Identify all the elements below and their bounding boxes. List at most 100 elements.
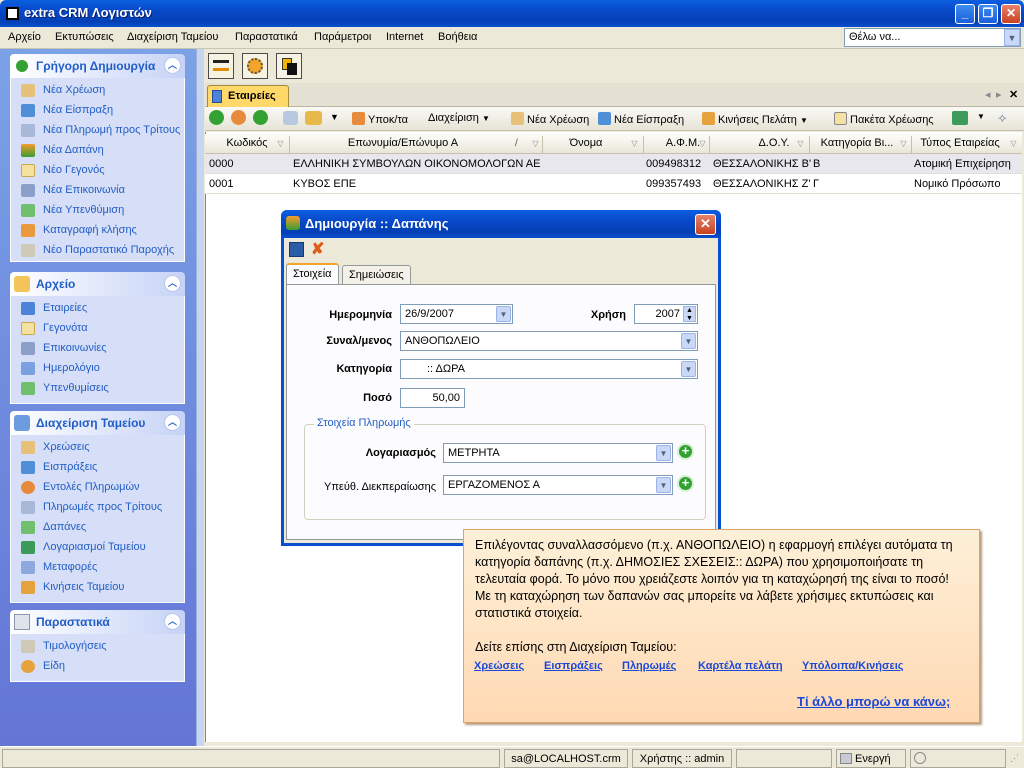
link-payments[interactable]: Πληρωμές bbox=[622, 660, 676, 672]
link-charges[interactable]: Χρεώσεις bbox=[474, 660, 524, 672]
document-icon bbox=[21, 244, 35, 257]
dialog-toolbar: ✘ bbox=[284, 238, 718, 262]
menu-parameters[interactable]: Παράμετροι bbox=[314, 31, 371, 43]
column-divider[interactable] bbox=[709, 136, 710, 153]
search-input[interactable]: Θέλω να... bbox=[844, 28, 1021, 47]
new-charge-button[interactable]: Νέα Χρέωση bbox=[511, 112, 589, 126]
packages-button[interactable]: Πακέτα Χρέωσης bbox=[834, 112, 934, 126]
collapse-icon[interactable]: ︿ bbox=[164, 57, 181, 74]
windows-icon[interactable] bbox=[276, 53, 302, 79]
section-title: Διαχείριση Ταμείου bbox=[36, 416, 146, 430]
resize-grip-icon[interactable]: ⋰ bbox=[1010, 753, 1019, 764]
swap-icon[interactable] bbox=[208, 53, 234, 79]
chevron-down-icon: ▼ bbox=[481, 114, 490, 123]
view-icon[interactable] bbox=[283, 111, 298, 125]
sidebar-section-quick-create[interactable]: Γρήγορη Δημιουργία ︿ bbox=[10, 54, 185, 78]
category-select[interactable]: :: ΔΩΡΑ bbox=[400, 359, 698, 379]
client-moves-button[interactable]: Κινήσεις Πελάτη ▼ bbox=[702, 112, 808, 126]
maximize-button[interactable]: ❐ bbox=[978, 4, 998, 24]
column-divider[interactable] bbox=[542, 136, 543, 153]
search-dropdown-icon[interactable]: ▼ bbox=[1004, 29, 1020, 46]
party-select[interactable]: ΑΝΘΟΠΩΛΕΙΟ bbox=[400, 331, 698, 351]
collapse-icon[interactable]: ︿ bbox=[164, 613, 181, 630]
filter-icon[interactable]: ▽ bbox=[795, 137, 806, 150]
export-dropdown-icon[interactable]: ▼ bbox=[977, 112, 985, 121]
column-header-name[interactable]: Επωνυμία/Επώνυμο Α bbox=[291, 137, 515, 149]
menu-help[interactable]: Βοήθεια bbox=[438, 31, 477, 43]
cell-code: 0000 bbox=[209, 158, 234, 170]
remove-icon[interactable] bbox=[253, 110, 268, 125]
link-client-card[interactable]: Καρτέλα πελάτη bbox=[698, 660, 783, 672]
table-row[interactable]: 0000 ΕΛΛΗΝΙΚΗ ΣΥΜΒΟΥΛΩΝ ΟΙΚΟΝΟΜΟΛΟΓΩΝ ΑΕ… bbox=[205, 154, 1022, 174]
menu-internet[interactable]: Internet bbox=[386, 31, 423, 43]
options-icon[interactable]: ⟡ bbox=[998, 110, 1007, 126]
save-icon[interactable] bbox=[289, 242, 304, 257]
minimize-button[interactable]: _ bbox=[955, 4, 975, 24]
sidebar-section-cash[interactable]: Διαχείριση Ταμείου ︿ bbox=[10, 411, 185, 435]
refresh-icon[interactable] bbox=[231, 110, 246, 125]
folder-dropdown-icon[interactable]: ▼ bbox=[330, 112, 339, 122]
cell-code: 0001 bbox=[209, 178, 234, 190]
filter-icon[interactable]: ▽ bbox=[898, 137, 909, 150]
sidebar-section-archive[interactable]: Αρχείο ︿ bbox=[10, 272, 185, 296]
chevron-down-icon[interactable]: ▼ bbox=[656, 445, 671, 461]
account-select[interactable]: ΜΕΤΡΗΤΑ bbox=[443, 443, 673, 463]
collapse-icon[interactable]: ︿ bbox=[164, 275, 181, 292]
sidebar-archive-list: Εταιρείες Γεγονότα Επικοινωνίες Ημερολόγ… bbox=[10, 296, 185, 404]
filter-icon[interactable]: ▽ bbox=[530, 137, 541, 150]
filter-icon[interactable]: ▽ bbox=[629, 137, 640, 150]
subcategories-button[interactable]: Υποκ/τα bbox=[352, 112, 408, 126]
charge-icon bbox=[511, 112, 524, 125]
folder-icon[interactable] bbox=[305, 111, 322, 125]
section-title: Παραστατικά bbox=[36, 615, 110, 629]
close-button[interactable]: ✕ bbox=[1001, 4, 1021, 24]
filter-icon[interactable]: ▽ bbox=[1008, 137, 1019, 150]
menu-documents[interactable]: Παραστατικά bbox=[235, 31, 298, 43]
chevron-down-icon[interactable]: ▼ bbox=[681, 361, 696, 377]
column-divider[interactable] bbox=[809, 136, 810, 153]
tab-notes[interactable]: Σημειώσεις bbox=[342, 265, 411, 284]
column-divider[interactable] bbox=[911, 136, 912, 153]
new-receipt-button[interactable]: Νέα Είσπραξη bbox=[598, 112, 684, 126]
link-what-else[interactable]: Τί άλλο μπορώ να κάνω; bbox=[797, 694, 950, 709]
manage-button[interactable]: Διαχείριση ▼ bbox=[428, 112, 490, 124]
column-divider[interactable] bbox=[643, 136, 644, 153]
tab-details[interactable]: Στοιχεία bbox=[286, 263, 339, 285]
sidebar-section-documents[interactable]: Παραστατικά ︿ bbox=[10, 610, 185, 634]
cancel-icon[interactable]: ✘ bbox=[311, 239, 324, 259]
tab-close-icon[interactable]: ✕ bbox=[1009, 88, 1018, 101]
sort-icon: / bbox=[515, 138, 518, 149]
stepper-arrows-icon[interactable]: ▲ ▼ bbox=[683, 306, 696, 322]
chevron-down-icon[interactable]: ▼ bbox=[681, 333, 696, 349]
column-header-first-name[interactable]: Όνομα bbox=[541, 137, 631, 149]
amount-field[interactable]: 50,00 bbox=[400, 388, 465, 408]
menu-cash[interactable]: Διαχείριση Ταμείου bbox=[127, 31, 218, 43]
tab-companies[interactable]: Εταιρείες bbox=[207, 85, 289, 107]
menu-file[interactable]: Αρχείο bbox=[8, 31, 41, 43]
add-handler-icon[interactable]: + bbox=[677, 475, 694, 492]
menu-prints[interactable]: Εκτυπώσεις bbox=[55, 31, 114, 43]
collapse-icon[interactable]: ︿ bbox=[164, 414, 181, 431]
status-bar: sa@LOCALHOST.crm Χρήστης :: admin Ενεργή… bbox=[0, 746, 1024, 768]
column-header-company-type[interactable]: Τύπος Εταιρείας bbox=[915, 137, 1005, 149]
add-account-icon[interactable]: + bbox=[677, 443, 694, 460]
cell-tax-office: ΘΕΣΣΑΛΟΝΙΚΗΣ Ζ' bbox=[713, 178, 811, 190]
expense-icon bbox=[21, 521, 35, 534]
tab-prev-icon[interactable]: ◂ bbox=[985, 88, 991, 101]
column-header-category[interactable]: Κατηγορία Βι... bbox=[813, 137, 901, 149]
add-icon[interactable] bbox=[209, 110, 224, 125]
link-balances[interactable]: Υπόλοιπα/Κινήσεις bbox=[802, 660, 904, 672]
splitter-handle[interactable] bbox=[196, 49, 204, 746]
column-divider[interactable] bbox=[289, 136, 290, 153]
handler-select[interactable]: ΕΡΓΑΖΟΜΕΝΟΣ Α bbox=[443, 475, 673, 495]
tab-next-icon[interactable]: ▸ bbox=[996, 88, 1002, 101]
link-receipts[interactable]: Εισπράξεις bbox=[544, 660, 603, 672]
modules-icon[interactable] bbox=[242, 53, 268, 79]
table-row[interactable]: 0001 ΚΥΒΟΣ ΕΠΕ 099357493 ΘΕΣΣΑΛΟΝΙΚΗΣ Ζ'… bbox=[205, 174, 1022, 194]
dialog-close-button[interactable]: ✕ bbox=[695, 214, 716, 235]
filter-icon[interactable]: ▽ bbox=[697, 137, 708, 150]
filter-icon[interactable]: ▽ bbox=[275, 137, 286, 150]
chevron-down-icon[interactable]: ▼ bbox=[656, 477, 671, 493]
export-icon[interactable] bbox=[952, 111, 968, 125]
calendar-dropdown-icon[interactable]: ▼ bbox=[496, 306, 511, 322]
